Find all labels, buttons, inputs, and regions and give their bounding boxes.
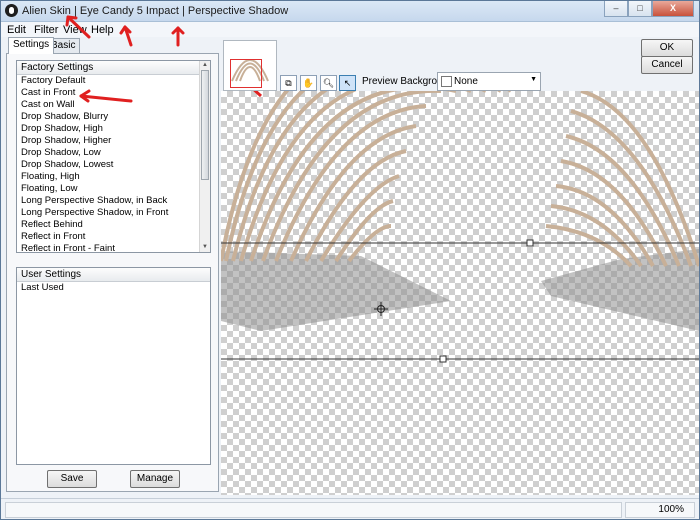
maximize-button[interactable]: □ (628, 1, 652, 17)
factory-settings-item[interactable]: Reflect in Front (17, 231, 210, 243)
preview-background-select[interactable]: None ▼ (437, 72, 541, 91)
cancel-button[interactable]: Cancel (641, 56, 693, 74)
zoom-tool-icon[interactable]: 🔍︎ (320, 75, 337, 91)
manage-button[interactable]: Manage (130, 470, 180, 488)
factory-settings-item[interactable]: Drop Shadow, Blurry (17, 111, 210, 123)
pointer-tool-icon[interactable]: ↖ (339, 75, 356, 91)
factory-settings-item[interactable]: Drop Shadow, Higher (17, 135, 210, 147)
arc-shapes-left (221, 91, 511, 263)
preview-image (221, 91, 699, 363)
factory-settings-item[interactable]: Reflect in Front - Faint (17, 243, 210, 252)
preview-toolbar: ⧉ ✋ 🔍︎ ↖ Preview Background: None ▼ (221, 38, 699, 91)
zoom-level-cell: 100% (625, 502, 695, 518)
factory-settings-item[interactable]: Reflect Behind (17, 219, 210, 231)
preview-canvas[interactable] (221, 91, 699, 495)
factory-settings-item[interactable]: Drop Shadow, Lowest (17, 159, 210, 171)
user-settings-header: User Settings (17, 268, 210, 282)
dropdown-arrow-icon: ▼ (530, 76, 537, 83)
settings-tab-body: Factory Settings Factory Default Cast in … (6, 53, 219, 492)
user-settings-item[interactable]: Last Used (17, 282, 210, 294)
background-swatch (441, 76, 452, 87)
scroll-thumb[interactable] (201, 70, 209, 180)
factory-settings-scrollbar[interactable]: ▲ ▼ (199, 61, 210, 252)
viewport-indicator[interactable] (230, 59, 262, 88)
arc-shapes-right (545, 91, 699, 268)
menu-bar: Edit Filter View Help (1, 22, 699, 37)
menu-help[interactable]: Help (91, 24, 114, 36)
status-bar: 100% (1, 498, 699, 519)
minimize-button[interactable]: – (604, 1, 628, 17)
factory-settings-item[interactable]: Floating, High (17, 171, 210, 183)
menu-view[interactable]: View (63, 24, 87, 36)
user-settings-list[interactable]: User Settings Last Used (16, 267, 211, 465)
factory-settings-item[interactable]: Long Perspective Shadow, in Back (17, 195, 210, 207)
guide-handle-top[interactable] (526, 239, 534, 247)
scroll-up-icon[interactable]: ▲ (200, 61, 210, 70)
main-window: Alien Skin | Eye Candy 5 Impact | Perspe… (0, 0, 700, 520)
window-controls: – □ X (604, 1, 694, 17)
close-button[interactable]: X (652, 1, 694, 17)
annotation-arrows (253, 91, 263, 98)
factory-settings-header: Factory Settings (17, 61, 210, 75)
menu-filter[interactable]: Filter (34, 24, 58, 36)
factory-settings-item[interactable]: Cast in Front (17, 87, 210, 99)
cast-shadow-left (221, 251, 451, 331)
hand-tool-icon[interactable]: ✋ (300, 75, 317, 91)
app-icon[interactable] (5, 4, 18, 17)
ok-button[interactable]: OK (641, 39, 693, 57)
factory-settings-list[interactable]: Factory Settings Factory Default Cast in … (16, 60, 211, 253)
factory-settings-item[interactable]: Drop Shadow, High (17, 123, 210, 135)
factory-settings-item[interactable]: Drop Shadow, Low (17, 147, 210, 159)
factory-settings-item[interactable]: Floating, Low (17, 183, 210, 195)
scroll-down-icon[interactable]: ▼ (200, 243, 210, 252)
title-bar: Alien Skin | Eye Candy 5 Impact | Perspe… (1, 1, 699, 22)
compare-icon[interactable]: ⧉ (280, 75, 297, 91)
settings-panel: Settings Basic Factory Settings Factory … (6, 37, 219, 492)
menu-edit[interactable]: Edit (7, 24, 26, 36)
preview-background-value: None (454, 76, 478, 87)
tab-settings[interactable]: Settings (8, 37, 55, 54)
zoom-level: 100% (658, 504, 684, 515)
navigator-thumbnail[interactable] (223, 40, 277, 91)
guide-handle-bottom[interactable] (439, 355, 447, 363)
factory-settings-item[interactable]: Cast on Wall (17, 99, 210, 111)
save-button[interactable]: Save (47, 470, 97, 488)
factory-settings-item[interactable]: Factory Default (17, 75, 210, 87)
window-title: Alien Skin | Eye Candy 5 Impact | Perspe… (22, 5, 289, 17)
factory-settings-item[interactable]: Long Perspective Shadow, in Front (17, 207, 210, 219)
status-message (5, 502, 622, 518)
